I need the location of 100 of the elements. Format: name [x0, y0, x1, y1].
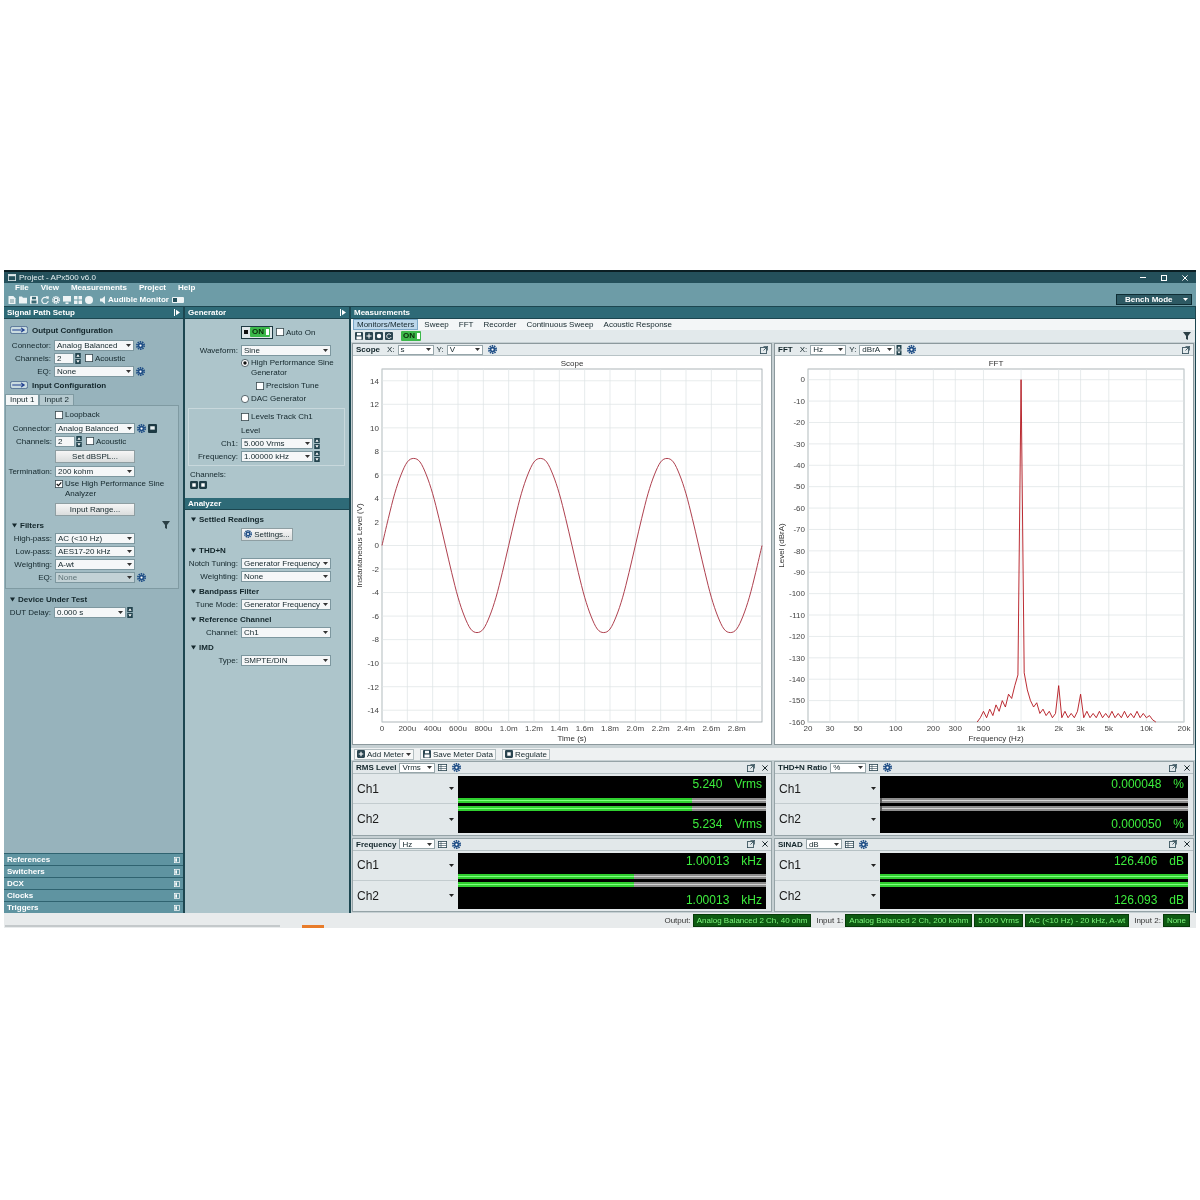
- unit-dropdown[interactable]: Hz: [399, 839, 436, 849]
- caret-icon[interactable]: [191, 516, 196, 522]
- pin-icon[interactable]: [174, 309, 180, 316]
- power-toggle[interactable]: ON: [250, 327, 270, 337]
- popout-icon[interactable]: [1169, 840, 1177, 848]
- dropdown[interactable]: A-wt: [55, 558, 135, 570]
- dropdown[interactable]: AC (<10 Hz): [55, 532, 135, 544]
- checkbox[interactable]: [276, 328, 284, 336]
- monitor-icon[interactable]: [63, 295, 71, 304]
- folder-icon[interactable]: [19, 295, 27, 304]
- popout-icon[interactable]: [760, 345, 768, 354]
- caret-icon[interactable]: [12, 522, 17, 528]
- dropdown[interactable]: Generator Frequency: [241, 557, 331, 569]
- popout-icon[interactable]: [1182, 345, 1190, 354]
- checkbox[interactable]: [241, 413, 249, 421]
- document-icon[interactable]: [8, 295, 16, 304]
- caret-icon[interactable]: [871, 894, 876, 898]
- checkbox[interactable]: [55, 480, 63, 488]
- dropdown[interactable]: AES17-20 kHz: [55, 545, 135, 557]
- table-icon[interactable]: [869, 764, 879, 771]
- text-button[interactable]: Settings...: [241, 527, 293, 541]
- dropdown[interactable]: 1.00000 kHz: [241, 450, 313, 462]
- settings-icon[interactable]: [883, 763, 893, 772]
- floppy-icon[interactable]: [355, 332, 363, 340]
- dropdown[interactable]: SMPTE/DIN: [241, 654, 331, 666]
- dropdown[interactable]: 5.000 Vrms: [241, 437, 313, 449]
- checkbox[interactable]: [86, 437, 94, 445]
- caret-icon[interactable]: [871, 863, 876, 867]
- tab[interactable]: Acoustic Response: [599, 319, 677, 330]
- number-field[interactable]: 2: [54, 352, 74, 364]
- circle-icon[interactable]: [375, 332, 383, 340]
- caret-icon[interactable]: [191, 616, 196, 622]
- tab[interactable]: FFT: [454, 319, 478, 330]
- tab[interactable]: Continuous Sweep: [522, 319, 598, 330]
- dropdown[interactable]: Ch1: [241, 626, 331, 638]
- settings-icon[interactable]: [136, 366, 145, 376]
- radio-button[interactable]: [241, 359, 249, 367]
- speaker-icon[interactable]: [100, 295, 105, 304]
- dropdown[interactable]: None: [54, 365, 134, 377]
- text-button[interactable]: Set dBSPL...: [55, 449, 135, 463]
- pin-icon[interactable]: [340, 309, 346, 316]
- popout-icon[interactable]: [747, 763, 755, 772]
- plus-icon[interactable]: [365, 332, 373, 340]
- dropdown[interactable]: Analog Balanced: [55, 422, 135, 434]
- table-icon[interactable]: [438, 840, 448, 848]
- unit-dropdown[interactable]: V: [446, 344, 483, 355]
- caret-icon[interactable]: [449, 817, 454, 821]
- checkbox[interactable]: [85, 354, 93, 362]
- popout-icon[interactable]: [747, 840, 755, 848]
- caret-icon[interactable]: [449, 863, 454, 867]
- spinner-arrows-icon[interactable]: [76, 435, 82, 447]
- grid-icon[interactable]: [74, 295, 82, 304]
- caret-icon[interactable]: [871, 817, 876, 821]
- caret-icon[interactable]: [871, 787, 876, 791]
- settings-icon[interactable]: [858, 839, 868, 849]
- dropdown[interactable]: Sine: [241, 344, 331, 356]
- number-field[interactable]: 2: [55, 435, 75, 447]
- table-icon[interactable]: [844, 840, 854, 848]
- unit-dropdown[interactable]: Vrms: [399, 762, 436, 773]
- dropdown[interactable]: Analog Balanced: [54, 339, 134, 351]
- dropdown[interactable]: 0.000 s: [54, 606, 126, 618]
- funnel-icon[interactable]: [162, 521, 170, 529]
- table-icon[interactable]: [438, 764, 448, 771]
- unit-dropdown[interactable]: s: [397, 344, 434, 355]
- text-button[interactable]: Input Range...: [55, 502, 135, 516]
- caret-icon[interactable]: [191, 588, 196, 594]
- funnel-icon[interactable]: [1183, 332, 1191, 340]
- tab[interactable]: Sweep: [420, 319, 453, 330]
- scroll-thumb[interactable]: [302, 925, 324, 928]
- switch-icon[interactable]: [171, 296, 184, 303]
- checkbox[interactable]: [55, 411, 63, 419]
- dropdown[interactable]: None: [241, 570, 331, 582]
- settings-icon[interactable]: [452, 763, 462, 772]
- caret-icon[interactable]: [191, 644, 196, 650]
- floppy-icon[interactable]: [30, 295, 38, 304]
- caret-icon[interactable]: [10, 596, 15, 602]
- power-toggle[interactable]: ON: [401, 331, 421, 341]
- checkbox[interactable]: [256, 382, 264, 390]
- dropdown[interactable]: 200 kohm: [55, 465, 135, 477]
- close-icon[interactable]: [1184, 764, 1190, 771]
- spinner-arrows-icon[interactable]: [127, 606, 133, 618]
- toolbar-button[interactable]: Save Meter Data: [419, 748, 496, 760]
- spinner-arrows-icon[interactable]: [314, 450, 320, 462]
- maximize-icon[interactable]: [1161, 274, 1167, 281]
- settings-icon[interactable]: [907, 345, 917, 354]
- caret-icon[interactable]: [449, 787, 454, 791]
- mode-dropdown[interactable]: Bench Mode: [1116, 294, 1192, 305]
- spinner-arrows-icon[interactable]: [896, 344, 903, 355]
- radio-button[interactable]: [241, 395, 249, 403]
- settings-icon[interactable]: [487, 345, 497, 354]
- window-icon[interactable]: [148, 423, 157, 433]
- tab[interactable]: Recorder: [479, 319, 521, 330]
- close-icon[interactable]: [762, 764, 768, 771]
- close-icon[interactable]: [1184, 841, 1190, 847]
- unit-dropdown[interactable]: %: [830, 762, 867, 773]
- toolbar-button[interactable]: Add Meter: [354, 748, 414, 760]
- dropdown[interactable]: Generator Frequency: [241, 598, 331, 610]
- settings-icon[interactable]: [136, 340, 145, 350]
- unit-dropdown[interactable]: Hz: [810, 344, 847, 355]
- settings-icon[interactable]: [137, 423, 146, 433]
